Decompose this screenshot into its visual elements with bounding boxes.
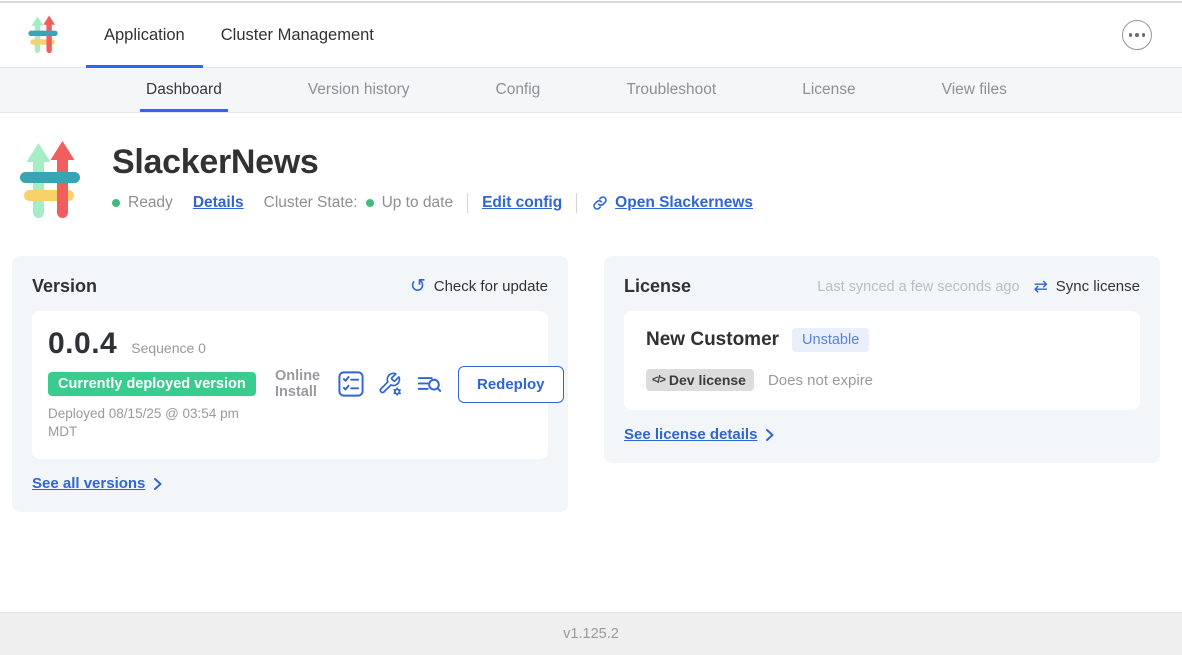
- link-icon: [591, 194, 609, 212]
- page-title: SlackerNews: [112, 143, 753, 182]
- ellipsis-icon: [1129, 33, 1133, 37]
- app-header: SlackerNews Ready Details Cluster State:…: [0, 113, 1182, 222]
- sync-license-label: Sync license: [1056, 278, 1140, 295]
- nav-dashboard-label: Dashboard: [146, 81, 222, 99]
- code-icon: </>: [652, 374, 665, 386]
- app-status-dot: [112, 199, 120, 207]
- view-logs-button[interactable]: [416, 371, 442, 397]
- sequence-label: Sequence 0: [131, 340, 206, 356]
- license-card: License Last synced a few seconds ago ⇄ …: [604, 256, 1160, 463]
- sync-license-link[interactable]: ⇄ Sync license: [1034, 278, 1140, 295]
- app-status-text: Ready: [128, 194, 173, 212]
- checklist-icon: [338, 371, 364, 397]
- nav-dashboard[interactable]: Dashboard: [140, 68, 228, 112]
- cluster-state-text: Up to date: [382, 194, 454, 212]
- nav-config[interactable]: Config: [490, 68, 547, 112]
- nav-troubleshoot[interactable]: Troubleshoot: [620, 68, 722, 112]
- nav-config-label: Config: [496, 81, 541, 99]
- deployed-timestamp: Deployed 08/15/25 @ 03:54 pm MDT: [48, 405, 263, 441]
- nav-view-files[interactable]: View files: [936, 68, 1013, 112]
- nav-license[interactable]: License: [796, 68, 861, 112]
- chevron-right-icon: [765, 428, 775, 442]
- version-card-title: Version: [32, 276, 97, 297]
- edit-config-link[interactable]: Edit config: [482, 194, 562, 212]
- app-status-row: Ready Details Cluster State: Up to date …: [112, 193, 753, 213]
- divider: [467, 193, 468, 213]
- customer-name: New Customer: [646, 329, 779, 351]
- cluster-state-dot: [366, 199, 374, 207]
- nav-version-history[interactable]: Version history: [302, 68, 416, 112]
- app-logo: [28, 3, 60, 67]
- tab-cluster-management[interactable]: Cluster Management: [203, 3, 392, 67]
- app-icon: [20, 140, 84, 222]
- version-card: Version ↺ Check for update 0.0.4 Sequenc…: [12, 256, 568, 512]
- check-for-update-link[interactable]: ↺ Check for update: [410, 277, 548, 296]
- channel-badge: Unstable: [792, 328, 869, 352]
- open-app-label: Open Slackernews: [615, 194, 753, 212]
- status-details-link[interactable]: Details: [193, 194, 244, 212]
- nav-version-history-label: Version history: [308, 81, 410, 99]
- tab-application[interactable]: Application: [86, 3, 203, 67]
- open-app-link[interactable]: Open Slackernews: [591, 194, 753, 212]
- app-nav: Dashboard Version history Config Trouble…: [0, 68, 1182, 113]
- nav-troubleshoot-label: Troubleshoot: [626, 81, 716, 99]
- license-type-label: Dev license: [669, 372, 746, 388]
- divider: [576, 193, 577, 213]
- edit-config-button[interactable]: [377, 371, 403, 397]
- current-version-panel: 0.0.4 Sequence 0 Currently deployed vers…: [32, 311, 548, 459]
- top-nav: Application Cluster Management: [0, 3, 1182, 68]
- redeploy-button[interactable]: Redeploy: [458, 366, 564, 403]
- license-type-badge: </> Dev license: [646, 369, 754, 391]
- tab-application-label: Application: [104, 26, 185, 45]
- tab-cluster-management-label: Cluster Management: [221, 26, 374, 45]
- more-options-button[interactable]: [1122, 20, 1152, 50]
- dashboard-cards: Version ↺ Check for update 0.0.4 Sequenc…: [12, 256, 1170, 512]
- deployed-badge: Currently deployed version: [48, 372, 256, 396]
- nav-view-files-label: View files: [942, 81, 1007, 99]
- wrench-gear-icon: [377, 371, 403, 397]
- sync-icon: ⇄: [1034, 278, 1048, 295]
- dashboard-main: SlackerNews Ready Details Cluster State:…: [0, 113, 1182, 612]
- logo-arrows-icon: [28, 15, 60, 55]
- see-license-details-link[interactable]: See license details: [624, 426, 757, 443]
- version-number: 0.0.4: [48, 327, 117, 361]
- license-card-title: License: [624, 276, 691, 297]
- cluster-state-label: Cluster State:: [264, 194, 358, 212]
- license-panel: New Customer Unstable </> Dev license Do…: [624, 311, 1140, 410]
- refresh-icon: ↺: [410, 277, 426, 296]
- console-version: v1.125.2: [563, 626, 619, 642]
- see-all-versions-link[interactable]: See all versions: [32, 475, 145, 492]
- chevron-right-icon: [153, 477, 163, 491]
- license-expiry: Does not expire: [768, 372, 873, 389]
- last-synced-text: Last synced a few seconds ago: [817, 279, 1019, 295]
- nav-license-label: License: [802, 81, 855, 99]
- check-for-update-label: Check for update: [434, 278, 548, 295]
- install-type-label: Online Install: [275, 368, 325, 401]
- footer: v1.125.2: [0, 612, 1182, 655]
- logs-search-icon: [416, 371, 442, 397]
- preflight-checks-button[interactable]: [338, 371, 364, 397]
